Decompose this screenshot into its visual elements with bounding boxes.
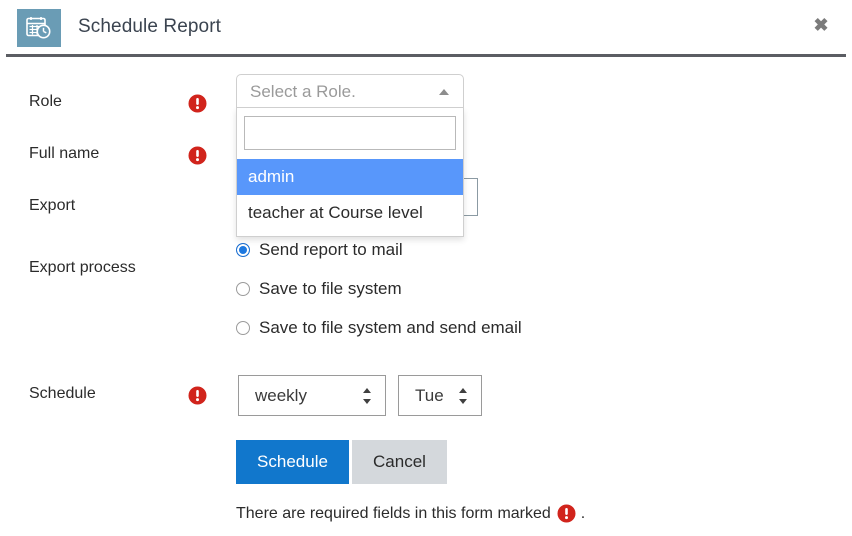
radio-indicator (236, 282, 250, 296)
role-search-input[interactable] (244, 116, 456, 150)
role-select[interactable]: Select a Role. admin teacher at Course l… (236, 74, 464, 237)
role-select-value: Select a Role. (250, 81, 356, 101)
spinner-icon (459, 387, 468, 404)
required-icon (188, 94, 207, 113)
frequency-value: weekly (255, 385, 307, 405)
form-row-schedule: Schedule weekly Tue (0, 367, 852, 437)
required-fields-note: There are required fields in this form m… (236, 504, 585, 523)
label-export: Export (29, 197, 76, 214)
radio-label: Send report to mail (259, 240, 403, 259)
schedule-selects: weekly Tue (238, 375, 482, 416)
label-full-name: Full name (29, 145, 100, 162)
export-process-radio-group: Send report to mail Save to file system … (236, 235, 522, 352)
radio-send-report-to-mail[interactable]: Send report to mail (236, 235, 522, 265)
spinner-icon (363, 387, 372, 404)
schedule-button[interactable]: Schedule (236, 440, 349, 484)
cancel-button[interactable]: Cancel (352, 440, 447, 484)
label-export-process: Export process (29, 259, 136, 276)
required-icon (188, 146, 207, 165)
role-option-teacher-at-course-level[interactable]: teacher at Course level (237, 195, 463, 231)
role-option-admin[interactable]: admin (237, 159, 463, 196)
day-value: Tue (415, 385, 444, 405)
frequency-select[interactable]: weekly (238, 375, 386, 416)
schedule-report-form: Role Full name Export Export process Sch… (0, 57, 852, 536)
close-icon[interactable]: ✖ (808, 12, 834, 38)
role-select-trigger[interactable]: Select a Role. (236, 74, 464, 108)
role-search-wrap (237, 108, 463, 159)
page-title: Schedule Report (78, 16, 222, 37)
form-actions: Schedule Cancel (236, 440, 447, 484)
note-text-after: . (580, 504, 586, 522)
note-text-before: There are required fields in this form m… (236, 504, 551, 522)
radio-indicator (236, 243, 250, 257)
radio-save-to-file-system[interactable]: Save to file system (236, 274, 522, 304)
role-select-dropdown: admin teacher at Course level (236, 108, 464, 237)
radio-save-to-file-system-and-send-email[interactable]: Save to file system and send email (236, 313, 522, 343)
calendar-clock-icon (17, 9, 61, 47)
required-icon (557, 504, 576, 523)
label-schedule: Schedule (29, 385, 96, 402)
day-select[interactable]: Tue (398, 375, 482, 416)
role-options-list: admin teacher at Course level (237, 159, 463, 236)
radio-label: Save to file system (259, 279, 402, 298)
required-icon (188, 386, 207, 405)
caret-up-icon (439, 89, 449, 95)
modal-header: Schedule Report ✖ (0, 0, 852, 57)
label-role: Role (29, 93, 62, 110)
radio-indicator (236, 321, 250, 335)
radio-label: Save to file system and send email (259, 318, 522, 337)
